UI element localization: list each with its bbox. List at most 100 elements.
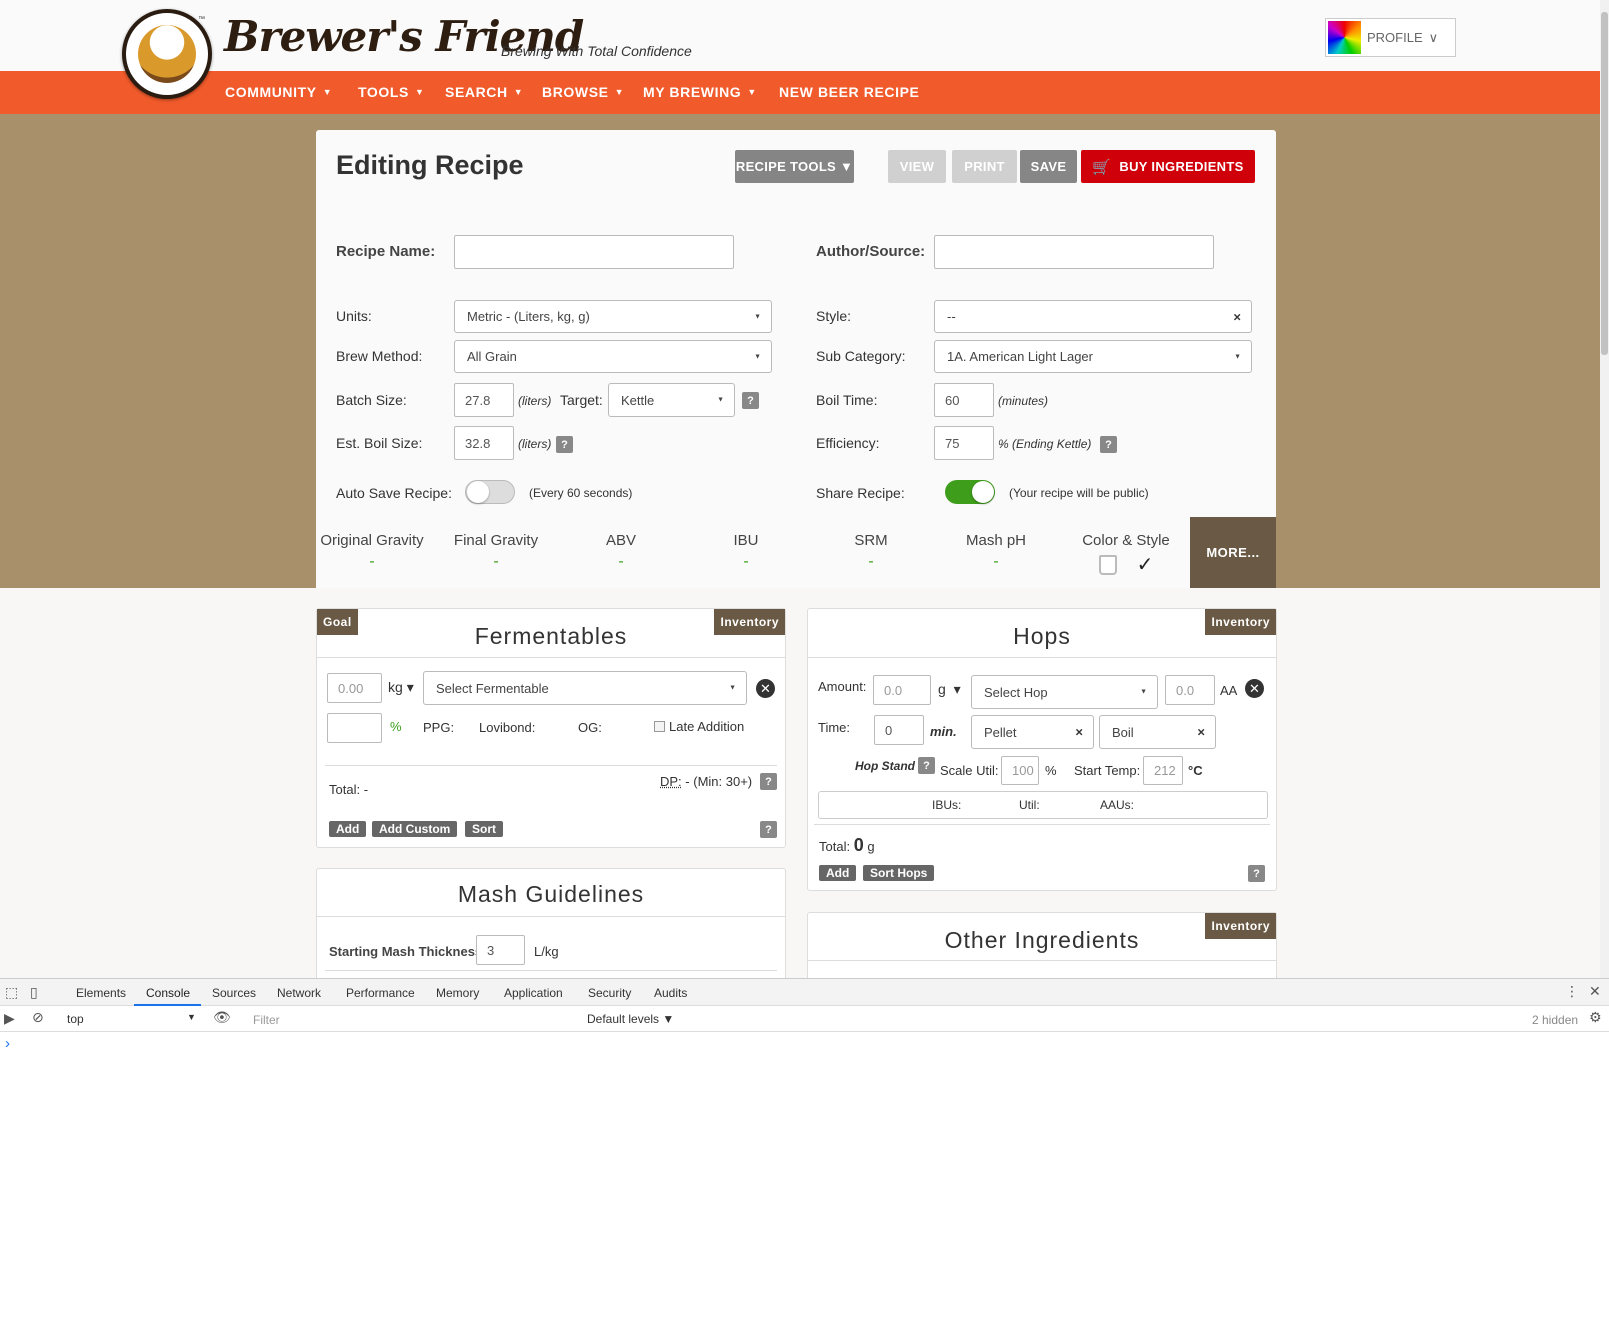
hop-form-value: Pellet: [984, 724, 1017, 740]
context-select[interactable]: top ▼: [67, 1012, 196, 1026]
nav-community[interactable]: COMMUNITY ▼: [225, 84, 332, 100]
nav-search[interactable]: SEARCH ▼: [445, 84, 523, 100]
tab-console[interactable]: Console: [146, 986, 190, 1000]
tab-performance[interactable]: Performance: [346, 986, 415, 1000]
inspect-element-icon[interactable]: ⬚: [5, 984, 18, 1001]
profile-button[interactable]: PROFILE ∨: [1325, 18, 1456, 57]
remove-hop-icon[interactable]: ✕: [1245, 679, 1264, 698]
tab-memory[interactable]: Memory: [436, 986, 479, 1000]
batch-help-button[interactable]: ?: [742, 392, 759, 409]
trademark-mark: ™: [198, 16, 205, 23]
fermentable-unit-select[interactable]: kg ▾: [388, 679, 414, 696]
scale-util-input[interactable]: 100: [1001, 756, 1039, 785]
start-temp-input[interactable]: 212: [1143, 756, 1183, 785]
fermentable-select[interactable]: Select Fermentable ▼: [423, 671, 747, 705]
more-button[interactable]: MORE...: [1190, 517, 1276, 588]
hop-unit-select[interactable]: g ▾: [938, 681, 961, 698]
batch-size-input[interactable]: 27.8: [454, 383, 514, 417]
stat-final-gravity: Final Gravity -: [434, 532, 558, 571]
stat-label: Final Gravity: [453, 532, 539, 549]
add-fermentable-button[interactable]: Add: [329, 821, 367, 837]
auto-save-note: (Every 60 seconds): [529, 486, 633, 500]
clear-icon[interactable]: ×: [1075, 725, 1083, 740]
author-source-input[interactable]: [934, 235, 1214, 269]
style-select[interactable]: -- ×: [934, 300, 1252, 333]
recipe-tools-button[interactable]: RECIPE TOOLS ▼: [735, 150, 854, 183]
mash-thickness-input[interactable]: 3: [476, 935, 525, 965]
brew-method-label: Brew Method:: [336, 348, 423, 364]
view-button[interactable]: VIEW: [888, 150, 946, 183]
tab-application[interactable]: Application: [504, 986, 563, 1000]
gear-icon[interactable]: ⚙: [1589, 1009, 1602, 1026]
hop-amount-input[interactable]: 0.0: [873, 675, 931, 705]
nav-label: BROWSE: [542, 84, 609, 100]
fermentables-total: Total: -: [329, 782, 368, 797]
clear-icon[interactable]: ×: [1197, 725, 1205, 740]
boil-time-input[interactable]: 60: [934, 383, 994, 417]
log-levels-select[interactable]: Default levels ▼: [587, 1012, 674, 1026]
hops-help-button[interactable]: ?: [1248, 865, 1265, 882]
hop-stand-help-button[interactable]: ?: [918, 757, 935, 774]
recipe-name-input[interactable]: [454, 235, 734, 269]
clear-console-icon[interactable]: ⊘: [32, 1009, 44, 1026]
hop-time-input[interactable]: 0: [874, 715, 924, 745]
console-filter-input[interactable]: Filter: [253, 1013, 280, 1027]
close-icon[interactable]: ✕: [1589, 983, 1601, 1000]
hop-select[interactable]: Select Hop ▼: [971, 675, 1158, 709]
sidebar-toggle-icon[interactable]: ▶: [4, 1010, 15, 1027]
sort-hops-button[interactable]: Sort Hops: [863, 865, 935, 881]
boil-size-help-button[interactable]: ?: [556, 436, 573, 453]
fermentables-panel: Goal Inventory Fermentables 0.00 kg ▾ Se…: [316, 608, 786, 848]
hop-form-select[interactable]: Pellet ×: [971, 715, 1094, 749]
late-addition-checkbox[interactable]: Late Addition: [654, 719, 744, 734]
nav-tools[interactable]: TOOLS ▼: [358, 84, 424, 100]
tab-sources[interactable]: Sources: [212, 986, 256, 1000]
kebab-menu-icon[interactable]: ⋮: [1565, 983, 1579, 1000]
sort-fermentables-button[interactable]: Sort: [465, 821, 503, 837]
tab-audits[interactable]: Audits: [654, 986, 687, 1000]
tab-elements[interactable]: Elements: [76, 986, 126, 1000]
boil-size-input[interactable]: 32.8: [454, 426, 514, 460]
sub-category-select[interactable]: 1A. American Light Lager ▼: [934, 340, 1252, 373]
start-temp-unit: °C: [1188, 763, 1203, 778]
author-source-label: Author/Source:: [816, 243, 926, 260]
context-value: top: [67, 1012, 84, 1026]
fermentable-percent-input[interactable]: [327, 713, 382, 743]
add-custom-fermentable-button[interactable]: Add Custom: [372, 821, 458, 837]
scroll-thumb[interactable]: [1601, 12, 1608, 355]
ppg-label: PPG:: [423, 720, 455, 735]
units-select[interactable]: Metric - (Liters, kg, g) ▼: [454, 300, 772, 333]
fermentable-amount-input[interactable]: 0.00: [327, 673, 382, 703]
nav-new-beer-recipe[interactable]: NEW BEER RECIPE: [779, 84, 919, 100]
stat-mash-ph: Mash pH -: [934, 532, 1058, 571]
dropdown-arrow-icon: ▼: [717, 396, 724, 404]
hop-aa-input[interactable]: 0.0: [1165, 675, 1215, 705]
fermentables-help-button[interactable]: ?: [760, 821, 777, 838]
nav-label: SEARCH: [445, 84, 508, 100]
main-nav: COMMUNITY ▼ TOOLS ▼ SEARCH ▼ BROWSE ▼ MY BRE…: [0, 71, 1600, 114]
caret-down-icon: ▼: [414, 87, 425, 97]
efficiency-help-button[interactable]: ?: [1100, 436, 1117, 453]
target-select[interactable]: Kettle ▼: [608, 383, 735, 417]
console-prompt[interactable]: ›: [5, 1035, 10, 1052]
nav-browse[interactable]: BROWSE ▼: [542, 84, 624, 100]
brew-method-select[interactable]: All Grain ▼: [454, 340, 772, 373]
auto-save-toggle[interactable]: [465, 480, 515, 504]
cart-icon: 🛒: [1092, 158, 1112, 176]
clear-icon[interactable]: ×: [1233, 309, 1241, 324]
print-button[interactable]: PRINT: [952, 150, 1017, 183]
dp-help-button[interactable]: ?: [760, 773, 777, 790]
device-toolbar-icon[interactable]: ▯: [30, 984, 38, 1001]
add-hop-button[interactable]: Add: [819, 865, 857, 881]
remove-fermentable-icon[interactable]: ✕: [756, 679, 775, 698]
efficiency-input[interactable]: 75: [934, 426, 994, 460]
share-recipe-toggle[interactable]: [945, 480, 995, 504]
hop-use-select[interactable]: Boil ×: [1099, 715, 1216, 749]
eye-icon[interactable]: 👁: [213, 1009, 231, 1026]
buy-ingredients-button[interactable]: 🛒 BUY INGREDIENTS: [1081, 150, 1255, 183]
tab-security[interactable]: Security: [588, 986, 631, 1000]
tab-network[interactable]: Network: [277, 986, 321, 1000]
nav-my-brewing[interactable]: MY BREWING ▼: [643, 84, 757, 100]
stat-original-gravity: Original Gravity -: [310, 532, 434, 571]
save-button[interactable]: SAVE: [1020, 150, 1077, 183]
